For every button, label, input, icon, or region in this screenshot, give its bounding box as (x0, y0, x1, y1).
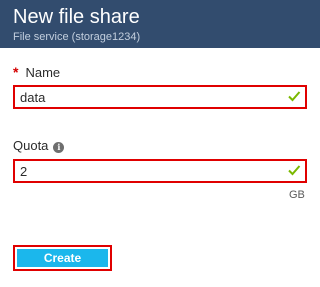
name-field-label: * Name (13, 64, 60, 81)
name-label-text: Name (25, 65, 61, 80)
required-marker: * (13, 64, 19, 80)
quota-label-text: Quota (13, 138, 49, 153)
quota-unit-label: GB (289, 189, 305, 201)
quota-field[interactable] (13, 159, 307, 183)
info-icon[interactable]: i (53, 142, 65, 153)
blade-subtitle: File service (storage1234) (13, 31, 141, 43)
quota-valid-checkmark-icon (288, 165, 301, 176)
name-valid-checkmark-icon (288, 91, 301, 102)
create-button-highlight: Create (13, 245, 112, 271)
new-file-share-blade: New file share File service (storage1234… (0, 0, 320, 287)
create-button[interactable]: Create (17, 249, 108, 267)
quota-field-label: Quota i (13, 138, 65, 154)
name-input[interactable] (15, 87, 280, 107)
blade-header: New file share File service (storage1234… (0, 0, 320, 48)
blade-title: New file share (13, 6, 140, 28)
quota-input[interactable] (15, 161, 280, 181)
name-field[interactable] (13, 85, 307, 109)
